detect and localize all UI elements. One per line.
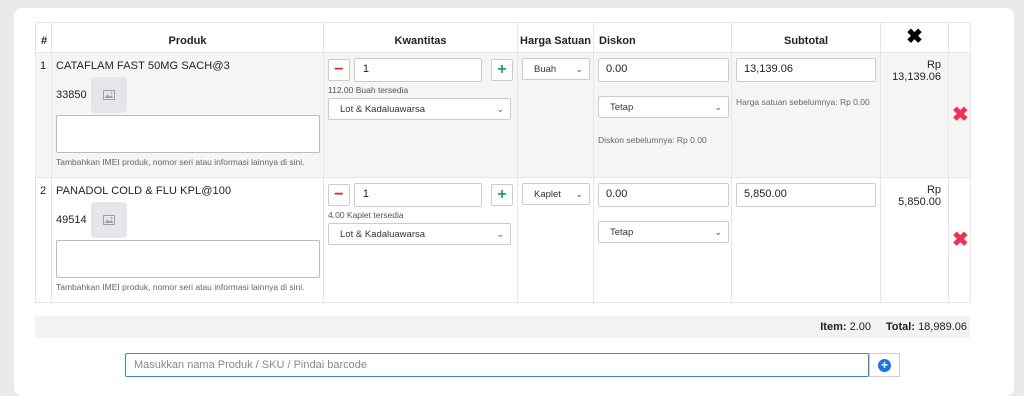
unit-select[interactable]: Kaplet ⌄ [522, 183, 590, 205]
increase-quantity-button[interactable]: + [491, 184, 514, 206]
remove-row-button[interactable]: ✖ [952, 105, 969, 125]
discount-type-select[interactable]: Tetap ⌄ [598, 221, 729, 243]
row-total: Rp 5,850.00 [880, 177, 949, 303]
lot-expiry-value: Lot & Kadaluawarsa [340, 103, 426, 115]
product-search-input[interactable]: Masukkan nama Produk / SKU / Pindai barc… [125, 353, 869, 377]
product-code: 49514 [56, 214, 87, 226]
quantity-input[interactable]: 1 [353, 58, 483, 82]
image-placeholder-icon [91, 77, 127, 113]
imei-help-text: Tambahkan IMEI produk, nomor seri atau i… [56, 157, 305, 167]
decrease-quantity-button[interactable]: − [328, 59, 350, 81]
order-total: Total: 18,989.06 [885, 321, 967, 333]
discount-type-value: Tetap [610, 101, 634, 113]
stock-available: 112.00 Buah tersedia [328, 85, 409, 95]
image-placeholder-icon [91, 202, 127, 238]
header-product: Produk [51, 22, 324, 53]
order-summary: Item: 2.00 Total: 18,989.06 [35, 316, 970, 338]
discount-type-select[interactable]: Tetap ⌄ [598, 96, 729, 118]
decrease-quantity-button[interactable]: − [328, 184, 350, 206]
discount-input[interactable]: 0.00 [598, 58, 729, 82]
row-number: 1 [35, 52, 52, 178]
chevron-down-icon: ⌄ [496, 103, 504, 114]
subtotal-input[interactable]: 5,850.00 [736, 183, 876, 207]
product-table: # Produk Kwantitas Harga Satuan Diskon S… [35, 22, 971, 303]
unit-select[interactable]: Buah ⌄ [522, 58, 590, 80]
product-name: PANADOL COLD & FLU KPL@100 [56, 185, 232, 197]
imei-textarea[interactable] [56, 115, 320, 153]
item-count: Item: 2.00 [820, 321, 871, 333]
product-name: CATAFLAM FAST 50MG SACH@3 [56, 60, 230, 72]
chevron-down-icon: ⌄ [575, 188, 583, 199]
discount-type-value: Tetap [610, 226, 634, 238]
add-product-button[interactable]: + [869, 353, 900, 377]
row-total: Rp 13,139.06 [880, 52, 949, 178]
header-subtotal: Subtotal [731, 22, 881, 53]
header-unit-price: Harga Satuan [517, 22, 594, 53]
previous-discount-hint: Diskon sebelumnya: Rp 0.00 [598, 135, 707, 145]
chevron-down-icon: ⌄ [575, 63, 583, 74]
quantity-input[interactable]: 1 [353, 183, 483, 207]
lot-expiry-select[interactable]: Lot & Kadaluawarsa ⌄ [328, 98, 511, 120]
subtotal-input[interactable]: 13,139.06 [736, 58, 876, 82]
unit-value: Buah [534, 63, 557, 75]
close-icon: ✖ [906, 26, 923, 48]
chevron-down-icon: ⌄ [714, 226, 722, 237]
discount-input[interactable]: 0.00 [598, 183, 729, 207]
header-discount: Diskon [593, 22, 732, 53]
remove-all-button[interactable]: ✖ [880, 22, 949, 53]
lot-expiry-select[interactable]: Lot & Kadaluawarsa ⌄ [328, 223, 511, 245]
chevron-down-icon: ⌄ [714, 101, 722, 112]
increase-quantity-button[interactable]: + [491, 59, 514, 81]
chevron-down-icon: ⌄ [496, 228, 504, 239]
remove-row-button[interactable]: ✖ [952, 230, 969, 250]
imei-textarea[interactable] [56, 240, 320, 278]
header-number: # [35, 22, 52, 53]
product-code: 33850 [56, 89, 87, 101]
table-row: 2 PANADOL COLD & FLU KPL@100 49514 Tamba… [35, 177, 971, 303]
unit-value: Kaplet [534, 188, 561, 200]
header-quantity: Kwantitas [323, 22, 518, 53]
lot-expiry-value: Lot & Kadaluawarsa [340, 228, 426, 240]
stock-available: 4.00 Kaplet tersedia [328, 210, 404, 220]
table-row: 1 CATAFLAM FAST 50MG SACH@3 33850 Tambah… [35, 52, 971, 178]
row-number: 2 [35, 177, 52, 303]
plus-circle-icon: + [878, 358, 891, 372]
imei-help-text: Tambahkan IMEI produk, nomor seri atau i… [56, 282, 305, 292]
previous-price-hint: Harga satuan sebelumnya: Rp 0.00 [736, 97, 870, 107]
